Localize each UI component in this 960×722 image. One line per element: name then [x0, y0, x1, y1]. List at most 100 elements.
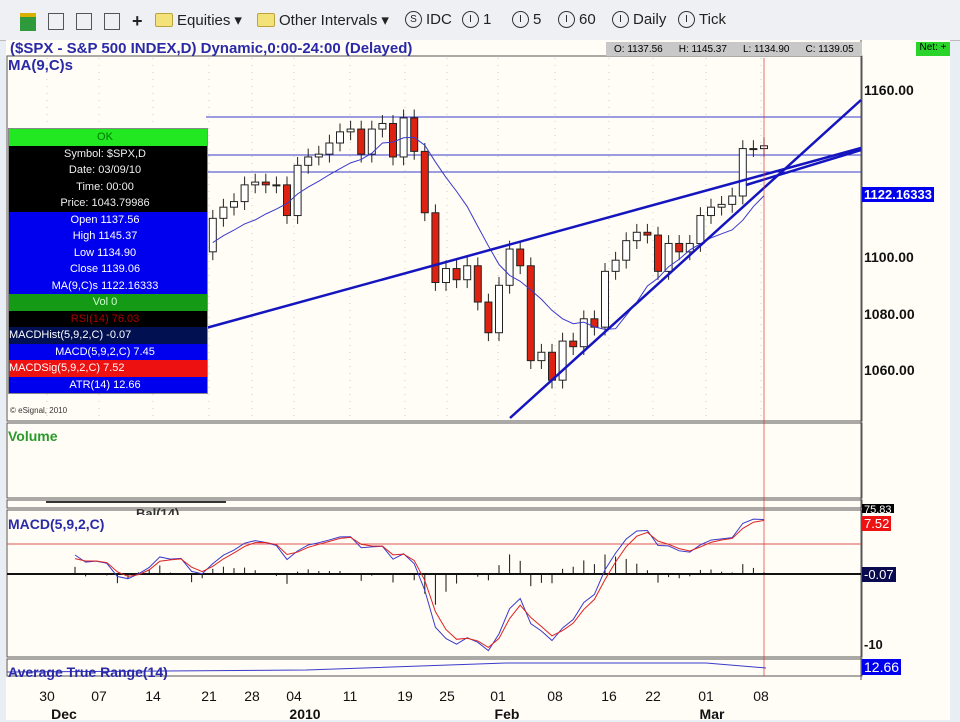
open-value: O: 1137.56 [614, 43, 663, 55]
interval-label: 60 [579, 11, 596, 28]
interval-icon: I [678, 11, 695, 28]
interval-label: 1 [483, 11, 492, 28]
ok-button[interactable]: OK [9, 129, 207, 146]
candle-body [251, 181, 260, 186]
info-rsi: RSI(14) 76.03 [9, 310, 207, 327]
day-label: 04 [286, 688, 302, 704]
candle-body [558, 340, 567, 381]
candle-body [452, 268, 461, 281]
trendline [509, 99, 862, 419]
data-window[interactable]: OK Symbol: $SPX,D Date: 03/09/10 Time: 0… [8, 128, 208, 394]
candle-body [696, 215, 705, 244]
other-intervals-menu[interactable]: Other Intervals ▾ [257, 11, 389, 29]
candle-body [495, 284, 503, 334]
info-ma: MA(9,C)s 1122.16333 [9, 277, 207, 294]
interval-label: Daily [633, 11, 667, 28]
day-label: 25 [439, 688, 455, 704]
interval-5-button[interactable]: I5 [512, 11, 541, 28]
equities-menu[interactable]: Equities ▾ [155, 11, 242, 29]
day-label: 01 [490, 688, 506, 704]
day-label: 08 [547, 688, 563, 704]
ma-price-tag: 1122.16333 [862, 187, 934, 202]
info-macdsig: MACDSig(5,9,2,C) 7.52 [9, 360, 207, 377]
interval-icon: I [512, 11, 529, 28]
interval-daily-button[interactable]: I Daily [612, 11, 666, 28]
candle-body [463, 265, 472, 281]
net-change: Net: + [916, 42, 950, 56]
candle-body [346, 128, 355, 133]
price-axis-label: 1160.00 [864, 82, 914, 98]
candle-body [728, 195, 737, 205]
layout-icon[interactable] [20, 12, 36, 31]
candle-body [548, 351, 556, 381]
macd-signal-tag: 7.52 [862, 516, 892, 531]
info-high: High 1145.37 [9, 228, 207, 245]
macd-pane-frame [6, 509, 863, 658]
windows-icon[interactable] [104, 13, 120, 30]
day-label: 14 [145, 688, 161, 704]
candle-body [293, 164, 302, 217]
folder-icon [155, 13, 173, 27]
interval-icon: I [558, 11, 575, 28]
save-page-icon[interactable] [76, 13, 92, 30]
candle-body [738, 148, 747, 197]
candle-body [410, 117, 419, 152]
candle-body [357, 128, 366, 155]
candle-body [325, 142, 334, 155]
day-label: 21 [201, 688, 217, 704]
interval-icon: I [462, 11, 479, 28]
candle-body [526, 265, 535, 362]
info-low: Low 1134.90 [9, 244, 207, 261]
candle-body [389, 122, 397, 158]
day-label: 16 [601, 688, 617, 704]
candle-body [261, 181, 270, 186]
macd-label: MACD(5,9,2,C) [8, 516, 105, 532]
day-label: 07 [91, 688, 107, 704]
candle-body [442, 268, 450, 284]
interval-icon: I [612, 11, 629, 28]
close-value: C: 1139.05 [805, 43, 854, 55]
info-price: Price: 1043.79986 [9, 195, 207, 212]
candle-body [601, 270, 609, 328]
day-label: 08 [753, 688, 769, 704]
atr-label: Average True Range(14) [8, 664, 168, 680]
info-close: Close 1139.06 [9, 261, 207, 278]
candle-body [569, 340, 578, 348]
day-label: 30 [39, 688, 55, 704]
page-icon[interactable] [48, 13, 64, 30]
chart-window[interactable]: ($SPX - S&P 500 INDEX,D) Dynamic,0:00-24… [6, 40, 950, 722]
add-icon[interactable]: + [132, 11, 143, 32]
price-axis-label: 1080.00 [864, 306, 915, 322]
interval-1-button[interactable]: I1 [462, 11, 491, 28]
info-open: Open 1137.56 [9, 211, 207, 228]
interval-label: 5 [533, 11, 542, 28]
folder-icon [257, 13, 275, 27]
candle-body [675, 242, 684, 253]
info-macd: MACD(5,9,2,C) 7.45 [9, 343, 207, 360]
interval-60-button[interactable]: I 60 [558, 11, 596, 28]
candle-body [473, 265, 482, 303]
other-intervals-label: Other Intervals [279, 11, 378, 29]
ma-study-label: MA(9,C)s [8, 57, 74, 74]
price-axis-label: 1060.00 [864, 362, 915, 378]
candle-body [420, 150, 429, 214]
info-symbol: Symbol: $SPX,D [9, 145, 207, 162]
psar-label: Bal(14) [136, 506, 180, 515]
info-macdhist: MACDHist(5,9,2,C) -0.07 [9, 327, 207, 344]
ohlc-bar: O: 1137.56 H: 1145.37 L: 1134.90 C: 1139… [606, 42, 862, 56]
candle-body [537, 351, 546, 362]
high-value: H: 1145.37 [678, 43, 727, 55]
candle-body [240, 184, 249, 203]
candle-body [484, 301, 493, 334]
candle-body [336, 131, 344, 144]
candle-body [611, 259, 620, 272]
info-date: Date: 03/09/10 [9, 162, 207, 179]
interval-label: Tick [699, 11, 726, 28]
info-vol: Vol 0 [9, 294, 207, 311]
s-icon: S [405, 11, 422, 28]
candle-body [283, 184, 291, 217]
interval-tick-button[interactable]: I Tick [678, 11, 726, 28]
candle-body [431, 212, 440, 284]
symbol-idc-button[interactable]: S IDC [405, 11, 452, 28]
candle-body [654, 234, 662, 272]
